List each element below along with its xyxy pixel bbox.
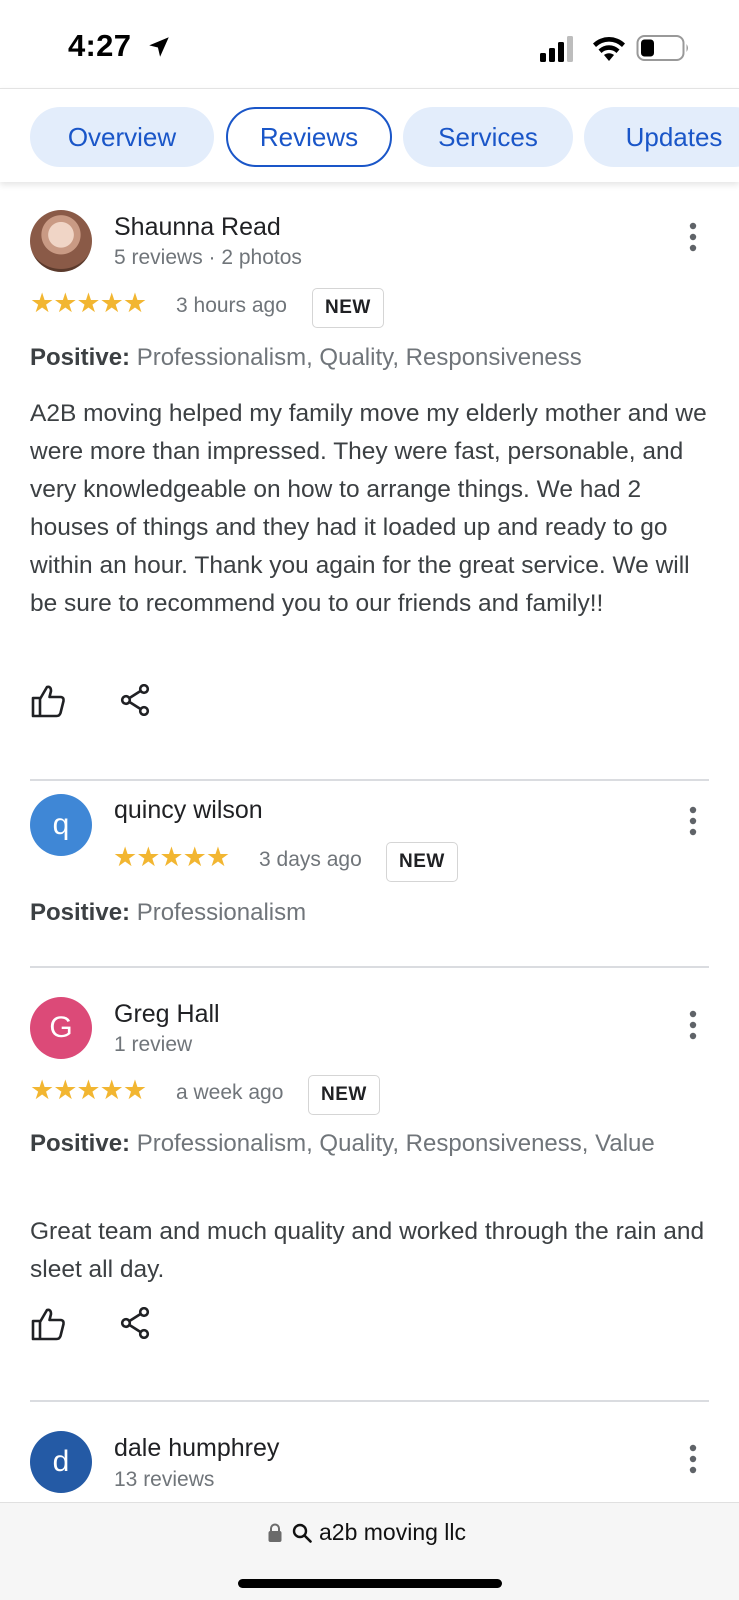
review-text: A2B moving helped my family move my elde…: [30, 400, 707, 617]
share-icon[interactable]: [120, 684, 150, 716]
reviewer-name[interactable]: quincy wilson: [114, 796, 263, 825]
reviewer-name[interactable]: Greg Hall: [114, 1000, 220, 1029]
share-icon[interactable]: [120, 1307, 150, 1339]
reviewer-meta: 1 review: [114, 1033, 193, 1056]
tab-bar: Overview Reviews Services Updates: [0, 88, 739, 182]
positive-values: Professionalism, Quality, Responsiveness…: [136, 1130, 655, 1157]
tab-reviews[interactable]: Reviews: [226, 107, 392, 167]
thumbs-up-icon[interactable]: [30, 1307, 66, 1341]
positive-values: Professionalism, Quality, Responsiveness: [136, 344, 582, 371]
review-divider: [30, 1400, 709, 1402]
tab-updates[interactable]: Updates: [584, 107, 739, 167]
review-text: Great team and much quality and worked t…: [30, 1218, 705, 1283]
avatar[interactable]: [30, 210, 92, 272]
reviewer-name[interactable]: dale humphrey: [114, 1434, 279, 1463]
positive-attributes: Positive: Professionalism, Quality, Resp…: [30, 342, 710, 373]
browser-address-bar[interactable]: a2b moving llc: [0, 1502, 739, 1600]
review-divider: [30, 966, 709, 968]
review-time: 3 days ago: [259, 848, 362, 871]
star-rating: ★★★★★: [113, 842, 230, 872]
cellular-signal-icon: [540, 36, 573, 62]
tab-overview[interactable]: Overview: [30, 107, 214, 167]
avatar[interactable]: G: [30, 997, 92, 1059]
url-text[interactable]: a2b moving llc: [319, 1519, 466, 1546]
star-rating: ★★★★★: [30, 288, 147, 318]
review-divider: [30, 779, 709, 781]
wifi-icon: [593, 37, 625, 61]
lock-icon: [268, 1523, 282, 1542]
new-badge: NEW: [312, 288, 384, 328]
reviewer-meta: 5 reviews · 2 photos: [114, 246, 302, 269]
location-arrow-icon: [149, 37, 169, 57]
positive-attributes: Positive: Professionalism, Quality, Resp…: [30, 1128, 710, 1159]
new-badge: NEW: [308, 1075, 380, 1115]
review-time: 3 hours ago: [176, 294, 287, 317]
tab-services[interactable]: Services: [403, 107, 573, 167]
positive-attributes: Positive: Professionalism: [30, 897, 710, 928]
reviewer-name[interactable]: Shaunna Read: [114, 213, 281, 242]
reviewer-meta: 13 reviews: [114, 1468, 215, 1491]
reviews-list: Shaunna Read 5 reviews · 2 photos ★★★★★ …: [0, 182, 739, 1502]
status-bar: 4:27: [0, 0, 739, 88]
more-options-icon[interactable]: [686, 1010, 700, 1040]
status-time: 4:27: [68, 28, 132, 63]
star-rating: ★★★★★: [30, 1075, 147, 1105]
battery-icon: [636, 35, 688, 61]
avatar[interactable]: q: [30, 794, 92, 856]
search-icon: [292, 1523, 312, 1543]
positive-label: Positive:: [30, 899, 131, 926]
positive-label: Positive:: [30, 1130, 131, 1157]
more-options-icon[interactable]: [686, 222, 700, 252]
home-indicator[interactable]: [238, 1579, 502, 1588]
positive-label: Positive:: [30, 344, 131, 371]
more-options-icon[interactable]: [686, 1444, 700, 1474]
review-time: a week ago: [176, 1081, 284, 1104]
thumbs-up-icon[interactable]: [30, 684, 66, 718]
new-badge: NEW: [386, 842, 458, 882]
positive-values: Professionalism: [136, 899, 307, 926]
more-options-icon[interactable]: [686, 806, 700, 836]
avatar[interactable]: d: [30, 1431, 92, 1493]
